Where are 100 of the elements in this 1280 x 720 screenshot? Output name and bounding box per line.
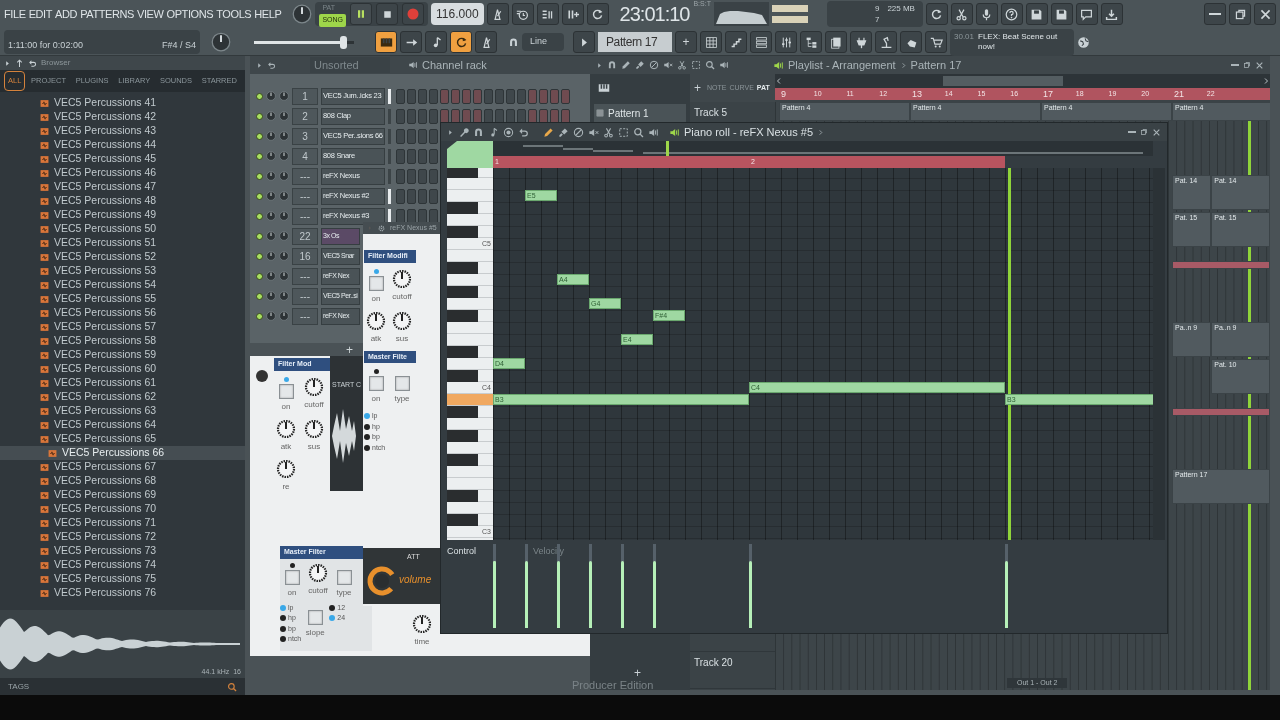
toolbar-button[interactable] — [950, 3, 973, 25]
snap-dropdown[interactable]: Line — [522, 33, 564, 51]
step-button[interactable] — [440, 88, 449, 104]
tempo-display[interactable]: 116.000 — [431, 3, 484, 25]
toolbar-button[interactable] — [825, 31, 847, 53]
browser-item[interactable]: VEC5 Percussions 50 — [0, 222, 245, 236]
browser-item[interactable]: VEC5 Percussions 49 — [0, 208, 245, 222]
browser-item[interactable]: VEC5 Percussions 64 — [0, 418, 245, 432]
browser-item[interactable]: VEC5 Percussions 74 — [0, 558, 245, 572]
channel-led[interactable] — [256, 112, 263, 120]
minimize-button[interactable] — [1204, 3, 1226, 25]
browser-item[interactable]: VEC5 Percussions 68 — [0, 474, 245, 488]
step-button[interactable] — [517, 88, 526, 104]
radio-dot[interactable] — [364, 444, 370, 451]
push-button[interactable] — [284, 569, 300, 585]
browser-item[interactable]: VEC5 Percussions 41 — [0, 96, 245, 110]
step-button[interactable] — [418, 88, 427, 104]
step-button[interactable] — [407, 148, 416, 164]
radio-dot[interactable] — [280, 636, 286, 643]
step-button[interactable] — [407, 128, 416, 144]
browser-item[interactable]: VEC5 Percussions 57 — [0, 320, 245, 334]
velocity-bar[interactable] — [749, 560, 752, 628]
velocity-bar[interactable] — [525, 560, 528, 628]
browser-item[interactable]: VEC5 Percussions 72 — [0, 530, 245, 544]
step-button[interactable] — [418, 168, 427, 184]
step-button[interactable] — [418, 148, 427, 164]
toolbar-button[interactable] — [975, 3, 998, 25]
browser-item[interactable]: VEC5 Percussions 47 — [0, 180, 245, 194]
add-channel-button[interactable]: + — [346, 341, 353, 359]
menu-item[interactable]: TOOLS — [216, 5, 252, 23]
step-button[interactable] — [396, 128, 405, 144]
step-button[interactable] — [396, 188, 405, 204]
toggle-button[interactable] — [450, 31, 472, 53]
add-track-button[interactable]: + — [694, 79, 701, 97]
channel-led[interactable] — [256, 92, 263, 100]
track-label[interactable]: Track 5 — [694, 107, 727, 118]
step-button[interactable] — [396, 168, 405, 184]
overview-scrollbar[interactable] — [943, 76, 1063, 86]
push-button[interactable] — [368, 376, 384, 391]
browser-item[interactable]: VEC5 Percussions 46 — [0, 166, 245, 180]
browser-item[interactable]: VEC5 Percussions 45 — [0, 152, 245, 166]
toolbar-button[interactable] — [725, 31, 747, 53]
step-button[interactable] — [407, 168, 416, 184]
channel-number[interactable]: --- — [292, 187, 318, 205]
step-button[interactable] — [396, 108, 405, 124]
channel-led[interactable] — [256, 312, 263, 320]
step-button[interactable] — [539, 88, 548, 104]
channel-number[interactable]: --- — [292, 167, 318, 185]
channel-number[interactable]: 4 — [292, 147, 318, 165]
channel-led[interactable] — [256, 192, 263, 200]
push-button[interactable] — [336, 569, 352, 585]
toolbar-button[interactable] — [775, 31, 797, 53]
toolbar-button[interactable] — [1100, 3, 1123, 25]
radio-dot[interactable] — [280, 604, 286, 611]
step-button[interactable] — [396, 148, 405, 164]
toolbar-button[interactable] — [925, 31, 947, 53]
step-button[interactable] — [473, 88, 482, 104]
browser-item[interactable]: VEC5 Percussions 75 — [0, 572, 245, 586]
channel-number[interactable]: --- — [292, 267, 318, 285]
browser-item[interactable]: VEC5 Percussions 65 — [0, 432, 245, 446]
browser-item[interactable]: VEC5 Percussions 63 — [0, 404, 245, 418]
toggle-button[interactable] — [425, 31, 447, 53]
browser-item[interactable]: VEC5 Percussions 62 — [0, 390, 245, 404]
velocity-bar[interactable] — [653, 560, 656, 628]
menu-item[interactable]: EDIT — [28, 5, 53, 23]
step-button[interactable] — [451, 88, 460, 104]
step-button[interactable] — [429, 168, 438, 184]
stop-button[interactable] — [376, 3, 399, 25]
push-button[interactable] — [368, 275, 384, 291]
browser-item[interactable]: VEC5 Percussions 67 — [0, 460, 245, 474]
toolbar-button[interactable] — [1050, 3, 1073, 25]
radio-dot[interactable] — [329, 615, 336, 622]
channel-led[interactable] — [256, 272, 263, 280]
step-button[interactable] — [506, 88, 515, 104]
browser-item[interactable]: VEC5 Percussions 70 — [0, 502, 245, 516]
channel-led[interactable] — [256, 252, 263, 260]
menu-item[interactable]: HELP — [254, 5, 282, 23]
menu-item[interactable]: VIEW — [137, 5, 164, 23]
step-button[interactable] — [429, 108, 438, 124]
browser-item[interactable]: VEC5 Percussions 54 — [0, 278, 245, 292]
step-button[interactable] — [429, 188, 438, 204]
velocity-bar[interactable] — [1005, 560, 1008, 628]
step-button[interactable] — [407, 188, 416, 204]
channel-led[interactable] — [256, 292, 263, 300]
pattern-arrow-button[interactable] — [573, 31, 595, 53]
push-button[interactable] — [278, 383, 294, 399]
browser-item[interactable]: VEC5 Percussions 71 — [0, 516, 245, 530]
channel-number[interactable]: 3 — [292, 127, 318, 145]
browser-item[interactable]: VEC5 Percussions 58 — [0, 334, 245, 348]
radio-dot[interactable] — [329, 604, 336, 611]
channel-number[interactable]: --- — [292, 307, 318, 325]
step-button[interactable] — [429, 148, 438, 164]
pattern-selector[interactable]: Pattern 17 — [598, 32, 672, 52]
toolbar-button[interactable] — [850, 31, 872, 53]
browser-item[interactable]: VEC5 Percussions 42 — [0, 110, 245, 124]
browser-item[interactable]: VEC5 Percussions 60 — [0, 362, 245, 376]
menu-item[interactable]: PATTERNS — [80, 5, 134, 23]
browser-item[interactable]: VEC5 Percussions 59 — [0, 348, 245, 362]
browser-item[interactable]: VEC5 Percussions 48 — [0, 194, 245, 208]
toolbar-button[interactable] — [900, 31, 922, 53]
